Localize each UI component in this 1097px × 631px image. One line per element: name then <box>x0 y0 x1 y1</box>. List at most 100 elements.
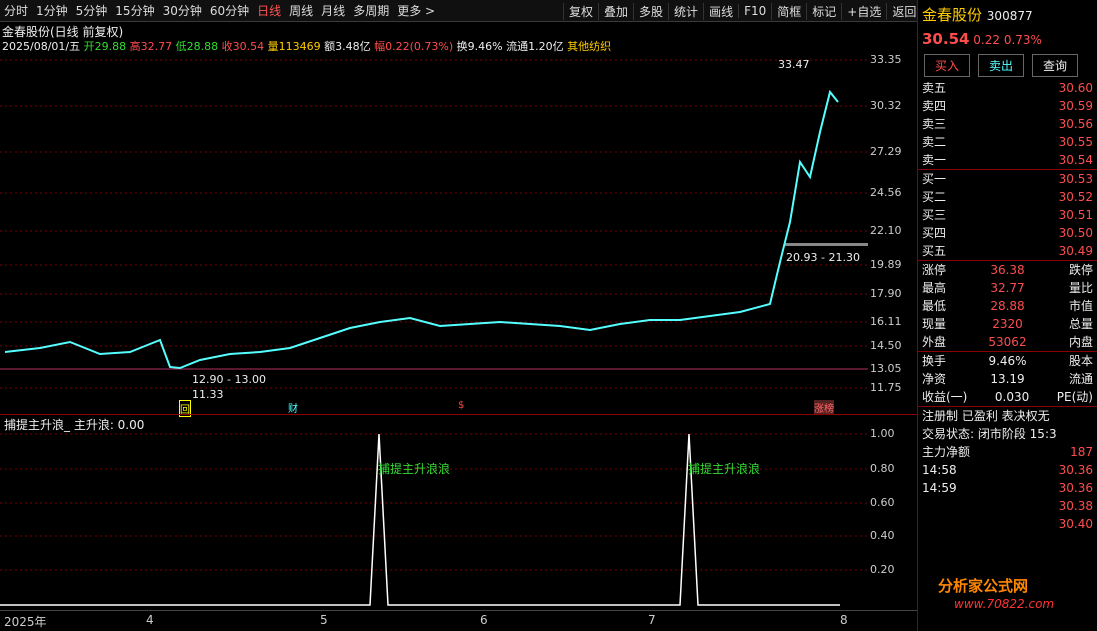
stats2-cell: 净资 <box>922 372 947 386</box>
stats-cell: 内盘 <box>1068 335 1093 349</box>
toolbar-button-1[interactable]: 叠加 <box>598 2 633 20</box>
period-tab-1[interactable]: 1分钟 <box>32 2 72 19</box>
toolbar-button-3[interactable]: 统计 <box>668 2 703 20</box>
asks-cell: 卖二 <box>922 135 947 149</box>
price-line: 30.54 0.22 0.73% <box>922 30 1042 48</box>
y-tick: 33.35 <box>870 53 902 66</box>
marker-3[interactable]: $ <box>458 400 464 411</box>
info-1: 注册制 已盈利 表决权无 <box>922 409 1050 423</box>
stats-cell: 最高 <box>922 281 947 295</box>
indicator-y-tick: 0.20 <box>870 563 895 576</box>
ticks-row: 14:58 30.36 <box>918 461 1097 479</box>
stats2-cell: PE(动) <box>1056 390 1093 404</box>
bids-cell: 30.51 <box>1058 208 1093 222</box>
asks-cell: 卖三 <box>922 117 947 131</box>
asks-row: 卖三 30.56 <box>918 115 1097 133</box>
period-tab-2[interactable]: 5分钟 <box>72 2 112 19</box>
stats2-cell: 流通 <box>1068 372 1093 386</box>
asks-cell: 卖一 <box>922 153 947 167</box>
period-tab-4[interactable]: 30分钟 <box>159 2 206 19</box>
period-tab-7[interactable]: 周线 <box>285 2 317 19</box>
period-tab-6[interactable]: 日线 <box>253 2 285 19</box>
stats-cell: 涨停 <box>922 263 947 277</box>
query-button[interactable]: 查询 <box>1032 54 1079 77</box>
stats-cell: 2320 <box>992 317 1023 331</box>
asks-cell: 30.60 <box>1058 81 1093 95</box>
stats2-cell: 13.19 <box>990 372 1025 386</box>
annotation-mid: 20.93 - 21.30 <box>786 251 860 264</box>
stock-header: 金春股份 300877 <box>922 6 1033 24</box>
indicator-lines <box>0 433 868 606</box>
buy-button[interactable]: 买入 <box>924 54 971 77</box>
price-chart[interactable]: 金春股份(日线 前复权) 2025/08/01/五 开29.88 高32.77 … <box>0 22 917 417</box>
stats-cell: 53062 <box>988 335 1027 349</box>
stats2-row: 净资 13.19 流通 <box>918 370 1097 388</box>
ticks-row: 30.40 <box>918 515 1097 533</box>
stats-cell: 32.77 <box>990 281 1025 295</box>
toolbar-button-0[interactable]: 复权 <box>563 2 598 20</box>
signal-label-2: 捕提主升浪浪 <box>688 462 761 476</box>
asks-row: 卖二 30.55 <box>918 133 1097 151</box>
toolbar-button-8[interactable]: +自选 <box>841 2 886 20</box>
marker-2[interactable]: 财 <box>288 400 298 415</box>
bids-cell: 买五 <box>922 244 947 258</box>
y-tick: 11.75 <box>870 381 902 394</box>
bids-row: 买四 30.50 <box>918 224 1097 242</box>
marker-4[interactable]: 涨榜 <box>814 400 834 415</box>
toolbar-button-4[interactable]: 画线 <box>703 2 738 20</box>
period-tab-0[interactable]: 分时 <box>0 2 32 19</box>
bids-cell: 30.50 <box>1058 226 1093 240</box>
stats2-cell: 收益(一) <box>922 390 968 404</box>
y-tick: 30.32 <box>870 99 902 112</box>
y-tick: 16.11 <box>870 315 902 328</box>
bids-cell: 买二 <box>922 190 947 204</box>
quote-panel: 金春股份 300877 30.54 0.22 0.73% 买入 卖出 查询 卖五 30… <box>917 0 1097 631</box>
x-axis: 2025年 4 5 6 7 8 <box>0 610 917 631</box>
period-tab-10[interactable]: 更多 > <box>393 2 439 19</box>
period-tab-3[interactable]: 15分钟 <box>111 2 158 19</box>
main-flow: 主力净额 187 <box>922 445 1093 459</box>
period-tab-5[interactable]: 60分钟 <box>206 2 253 19</box>
watermark: 分析家公式网 <box>938 577 1029 595</box>
ticks-cell: 30.38 <box>1058 499 1093 513</box>
ticks-cell: 30.40 <box>1058 517 1093 531</box>
y-tick: 13.05 <box>870 362 902 375</box>
stats-row: 外盘 53062 内盘 <box>918 333 1097 351</box>
stats-row: 最高 32.77 量比 <box>918 279 1097 297</box>
info-2: 交易状态: 闭市阶段 15:3 <box>922 427 1057 441</box>
indicator-y-tick: 1.00 <box>870 427 895 440</box>
stats2-cell: 换手 <box>922 354 947 368</box>
period-tab-8[interactable]: 月线 <box>317 2 349 19</box>
ticks-cell: 30.36 <box>1058 463 1093 477</box>
stats-cell: 总量 <box>1068 317 1093 331</box>
toolbar-button-5[interactable]: F10 <box>738 4 771 18</box>
y-tick: 14.50 <box>870 339 902 352</box>
stats-cell: 36.38 <box>990 263 1025 277</box>
bids-cell: 30.52 <box>1058 190 1093 204</box>
toolbar-button-2[interactable]: 多股 <box>633 2 668 20</box>
asks-cell: 30.55 <box>1058 135 1093 149</box>
sell-button[interactable]: 卖出 <box>978 54 1025 77</box>
asks-cell: 卖五 <box>922 81 947 95</box>
asks-row: 卖四 30.59 <box>918 97 1097 115</box>
watermark-url: www.70822.com <box>954 597 1055 611</box>
stats-cell: 市值 <box>1068 299 1093 313</box>
y-tick: 24.56 <box>870 186 902 199</box>
y-tick: 19.89 <box>870 258 902 271</box>
annotation-high: 33.47 <box>778 58 810 71</box>
annotation-low1: 12.90 - 13.00 <box>192 373 266 386</box>
asks-row: 卖五 30.60 <box>918 79 1097 97</box>
indicator-panel[interactable]: 捕提主升浪_ 主升浪: 0.00 捕提主升浪浪 捕提主升浪浪 1.00 0.80 0… <box>0 414 917 610</box>
ticks-row: 30.38 <box>918 497 1097 515</box>
toolbar-button-7[interactable]: 标记 <box>806 2 841 20</box>
stats-cell: 现量 <box>922 317 947 331</box>
bids-row: 买三 30.51 <box>918 206 1097 224</box>
toolbar-button-6[interactable]: 简框 <box>771 2 806 20</box>
annotation-low2: 11.33 <box>192 388 224 401</box>
stats2-cell: 0.030 <box>994 390 1030 404</box>
asks-cell: 卖四 <box>922 99 947 113</box>
stats-cell: 量比 <box>1068 281 1093 295</box>
period-tab-9[interactable]: 多周期 <box>349 2 393 19</box>
bids-row: 买二 30.52 <box>918 188 1097 206</box>
ticks-row: 14:59 30.36 <box>918 479 1097 497</box>
